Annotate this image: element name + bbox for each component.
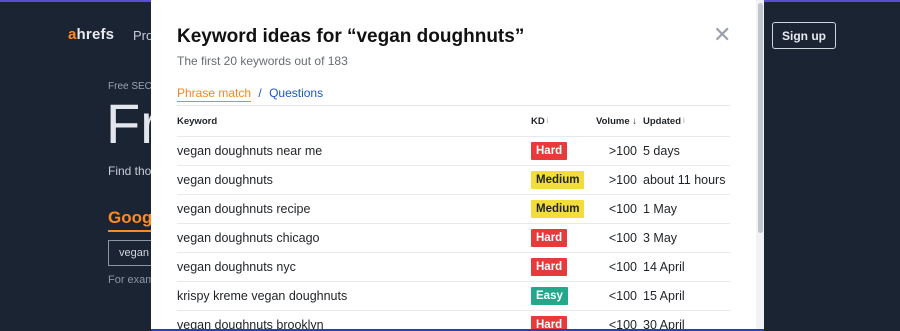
kd-cell: Hard bbox=[531, 135, 592, 165]
updated-cell: 3 May bbox=[643, 222, 730, 252]
keyword-cell[interactable]: vegan doughnuts brooklyn bbox=[177, 309, 531, 329]
match-tabs: Phrase match / Questions bbox=[177, 86, 323, 102]
search-engine-tab[interactable]: Goog bbox=[108, 208, 153, 232]
keyword-input[interactable]: vegan bbox=[108, 240, 156, 266]
table-row[interactable]: vegan doughnuts nyc Hard <100 14 April bbox=[177, 251, 730, 281]
difficulty-badge: Medium bbox=[531, 170, 585, 189]
info-icon[interactable]: i bbox=[683, 116, 685, 125]
difficulty-badge: Hard bbox=[531, 257, 568, 276]
updated-cell: 15 April bbox=[643, 280, 730, 310]
kd-cell: Easy bbox=[531, 280, 592, 310]
difficulty-badge: Hard bbox=[531, 228, 568, 247]
info-icon[interactable]: i bbox=[547, 116, 549, 125]
kd-cell: Hard bbox=[531, 222, 592, 252]
free-seo-label: Free SEC bbox=[108, 81, 152, 92]
table-header-row: Keyword KD i Volume ↓ Updated i bbox=[177, 107, 730, 136]
keyword-cell[interactable]: vegan doughnuts near me bbox=[177, 135, 531, 165]
tab-phrase-match[interactable]: Phrase match bbox=[177, 86, 252, 102]
column-header-kd[interactable]: KD i bbox=[531, 107, 592, 136]
updated-cell: about 11 hours bbox=[643, 164, 730, 194]
volume-cell: >100 bbox=[592, 135, 643, 165]
difficulty-badge: Easy bbox=[531, 286, 568, 305]
ahrefs-logo[interactable]: ahrefs bbox=[68, 26, 114, 43]
updated-cell: 30 April bbox=[643, 309, 730, 329]
difficulty-badge: Medium bbox=[531, 199, 585, 218]
tabs-divider bbox=[177, 105, 730, 106]
column-header-keyword: Keyword bbox=[177, 115, 218, 127]
page-description: Find tho bbox=[108, 164, 152, 178]
tab-questions[interactable]: Questions bbox=[269, 86, 323, 100]
modal-subtitle: The first 20 keywords out of 183 bbox=[177, 54, 348, 68]
difficulty-badge: Hard bbox=[531, 315, 568, 329]
table-row[interactable]: krispy kreme vegan doughnuts Easy <100 15 A… bbox=[177, 280, 730, 310]
column-header-updated[interactable]: Updated i bbox=[643, 107, 730, 136]
volume-cell: <100 bbox=[592, 222, 643, 252]
column-header-volume[interactable]: Volume ↓ bbox=[592, 107, 643, 136]
updated-cell: 5 days bbox=[643, 135, 730, 165]
volume-cell: >100 bbox=[592, 164, 643, 194]
keyword-ideas-modal: ✕ Keyword ideas for “vegan doughnuts” Th… bbox=[151, 0, 764, 331]
close-icon[interactable]: ✕ bbox=[713, 24, 731, 46]
keyword-cell[interactable]: vegan doughnuts chicago bbox=[177, 222, 531, 252]
keyword-cell[interactable]: krispy kreme vegan doughnuts bbox=[177, 280, 531, 310]
kd-cell: Medium bbox=[531, 193, 592, 223]
volume-cell: <100 bbox=[592, 193, 643, 223]
table-row[interactable]: vegan doughnuts Medium >100 about 11 hours bbox=[177, 164, 730, 194]
table-row[interactable]: vegan doughnuts chicago Hard <100 3 May bbox=[177, 222, 730, 252]
keyword-cell[interactable]: vegan doughnuts bbox=[177, 164, 531, 194]
kd-cell: Hard bbox=[531, 251, 592, 281]
difficulty-badge: Hard bbox=[531, 141, 568, 160]
volume-cell: <100 bbox=[592, 280, 643, 310]
sign-up-button[interactable]: Sign up bbox=[772, 22, 836, 49]
volume-cell: <100 bbox=[592, 251, 643, 281]
kd-cell: Medium bbox=[531, 164, 592, 194]
tab-separator: / bbox=[258, 86, 262, 100]
table-row[interactable]: vegan doughnuts brooklyn Hard <100 30 April bbox=[177, 309, 730, 329]
example-text: For exam bbox=[108, 274, 155, 286]
table-row[interactable]: vegan doughnuts near me Hard >100 5 days bbox=[177, 135, 730, 165]
scrollbar-thumb[interactable] bbox=[758, 3, 763, 233]
volume-cell: <100 bbox=[592, 309, 643, 329]
modal-scrollbar[interactable] bbox=[756, 0, 764, 329]
keyword-cell[interactable]: vegan doughnuts recipe bbox=[177, 193, 531, 223]
updated-cell: 1 May bbox=[643, 193, 730, 223]
modal-title: Keyword ideas for “vegan doughnuts” bbox=[177, 26, 525, 47]
kd-cell: Hard bbox=[531, 309, 592, 329]
keyword-cell[interactable]: vegan doughnuts nyc bbox=[177, 251, 531, 281]
keyword-table: Keyword KD i Volume ↓ Updated i vegan doug… bbox=[177, 107, 730, 329]
table-row[interactable]: vegan doughnuts recipe Medium <100 1 May bbox=[177, 193, 730, 223]
updated-cell: 14 April bbox=[643, 251, 730, 281]
